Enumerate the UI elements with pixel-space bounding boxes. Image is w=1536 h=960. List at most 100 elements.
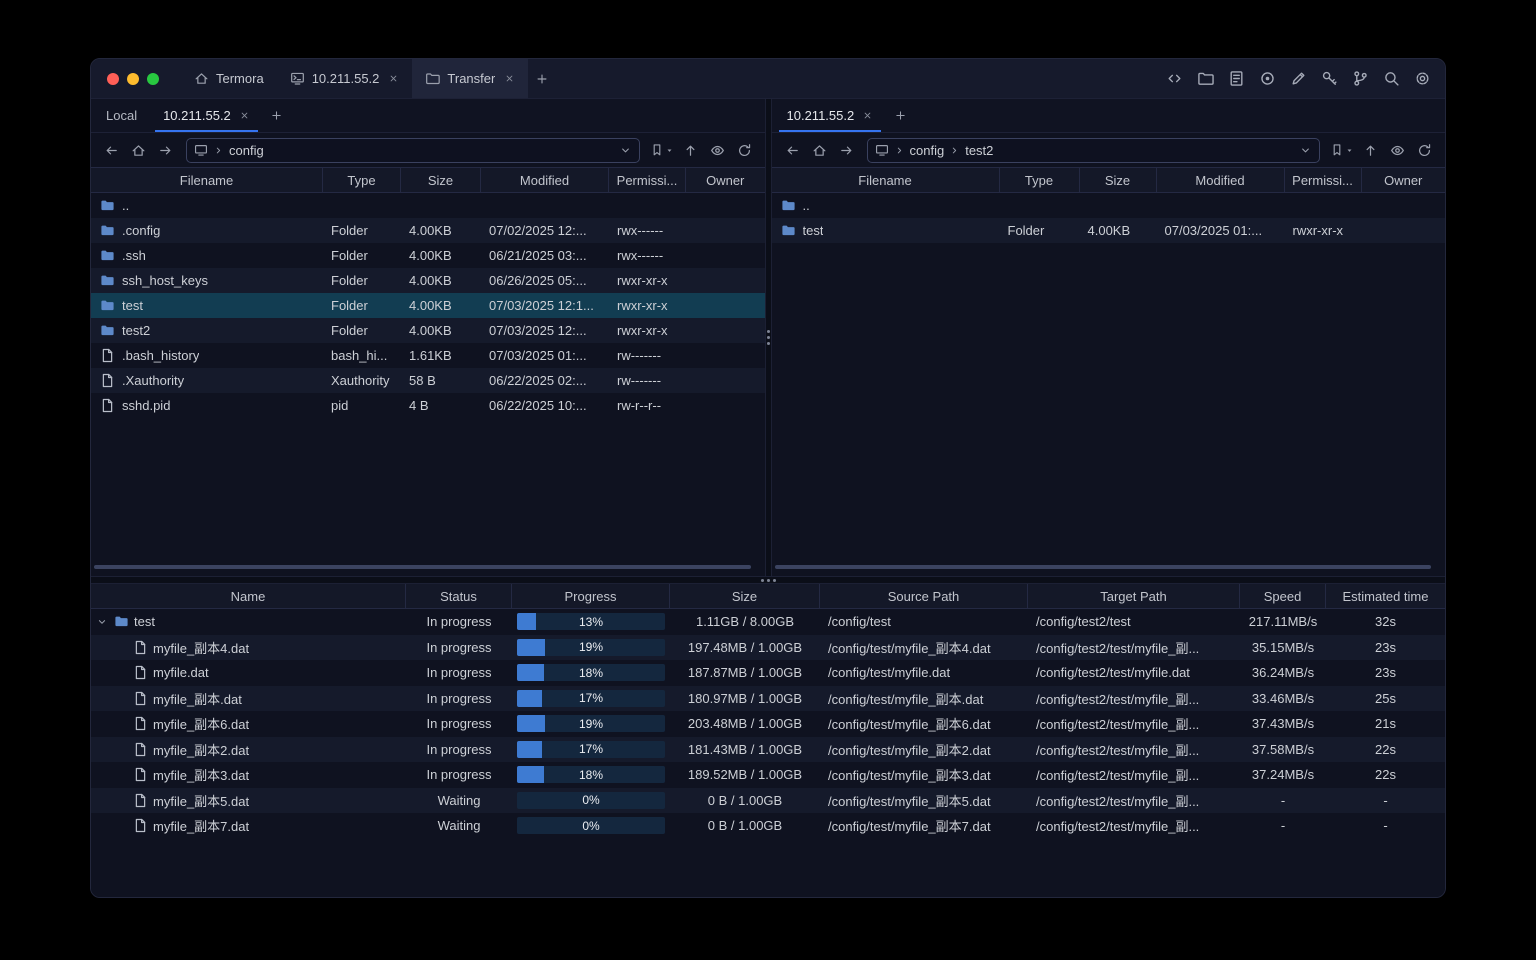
filename: .ssh <box>122 248 146 263</box>
transfer-row[interactable]: myfile_副本5.dat Waiting 0% 0 B / 1.00GB/conf… <box>91 787 1445 813</box>
horizontal-splitter[interactable] <box>91 576 1445 584</box>
transfer-row[interactable]: myfile_副本3.dat In progress 18% 189.52MB / 1… <box>91 762 1445 788</box>
search-button[interactable] <box>1378 66 1404 92</box>
new-panel-tab-button[interactable] <box>263 99 291 132</box>
transfer-row[interactable]: myfile_副本4.dat In progress 19% 197.48MB / 1… <box>91 634 1445 660</box>
transfer-row[interactable]: myfile_副本2.dat In progress 17% 181.43MB / 1… <box>91 736 1445 762</box>
column-header-permissi[interactable]: Permissi... <box>1285 168 1362 192</box>
file-row[interactable]: .. <box>91 193 765 218</box>
file-row[interactable]: .bash_history bash_hi... 1.61KB 07/03/2025 … <box>91 343 765 368</box>
panel-tab-10-211-55-2[interactable]: 10.211.55.2 <box>774 99 887 132</box>
column-header-filename[interactable]: Filename <box>91 168 323 192</box>
file-row[interactable]: test Folder 4.00KB 07/03/2025 01:... rwxr-xr… <box>771 218 1445 243</box>
vertical-splitter[interactable] <box>764 99 772 576</box>
record-button[interactable] <box>1254 66 1280 92</box>
column-header-source-path[interactable]: Source Path <box>820 584 1028 608</box>
edit-button[interactable] <box>1285 66 1311 92</box>
tab-label: Transfer <box>447 71 496 86</box>
expand-chevron-icon[interactable] <box>95 616 109 628</box>
file-row[interactable]: ssh_host_keys Folder 4.00KB 06/26/2025 05:.… <box>91 268 765 293</box>
column-header-target-path[interactable]: Target Path <box>1028 584 1240 608</box>
column-header-type[interactable]: Type <box>323 168 401 192</box>
column-header-type[interactable]: Type <box>1000 168 1080 192</box>
column-header-size[interactable]: Size <box>1080 168 1157 192</box>
panel-toolbar: config <box>91 133 765 167</box>
transfer-row[interactable]: test In progress 13% 1.11GB / 8.00GB/config… <box>91 609 1445 635</box>
chevron-down-icon[interactable] <box>619 144 632 157</box>
back-button[interactable] <box>780 138 805 163</box>
file-row[interactable]: .ssh Folder 4.00KB 06/21/2025 03:... rwx----… <box>91 243 765 268</box>
transfer-row[interactable]: myfile.dat In progress 18% 187.87MB / 1.00G… <box>91 660 1445 686</box>
refresh-button[interactable] <box>1412 138 1437 163</box>
progress-cell: 0% <box>512 791 670 809</box>
file-row[interactable]: test Folder 4.00KB 07/03/2025 12:1... rwxr-x… <box>91 293 765 318</box>
file-row[interactable]: .Xauthority Xauthority 58 B 06/22/2025 02:.… <box>91 368 765 393</box>
branch-button[interactable] <box>1347 66 1373 92</box>
new-panel-tab-button[interactable] <box>886 99 914 132</box>
transfer-row[interactable]: myfile_副本.dat In progress 17% 180.97MB / 1.… <box>91 685 1445 711</box>
home-button[interactable] <box>126 138 151 163</box>
file-row[interactable]: .. <box>772 193 1446 218</box>
panel-tab-local[interactable]: Local <box>93 99 150 132</box>
column-header-size[interactable]: Size <box>401 168 481 192</box>
folder-button[interactable] <box>1192 66 1218 92</box>
column-header-permissi[interactable]: Permissi... <box>609 168 686 192</box>
refresh-button[interactable] <box>732 138 757 163</box>
app-tab-10-211-55-2[interactable]: 10.211.55.2 <box>277 59 413 98</box>
transfer-row[interactable]: myfile_副本6.dat In progress 19% 203.48MB / 1… <box>91 711 1445 737</box>
settings-button[interactable] <box>1409 66 1435 92</box>
column-header-owner[interactable]: Owner <box>1362 168 1446 192</box>
code-button[interactable] <box>1161 66 1187 92</box>
path-breadcrumb[interactable]: config <box>186 137 640 163</box>
home-button[interactable] <box>807 138 832 163</box>
file-row[interactable]: test2 Folder 4.00KB 07/03/2025 12:... rwxr-x… <box>91 318 765 343</box>
path-segment-config[interactable]: config <box>910 143 945 158</box>
app-tab-transfer[interactable]: Transfer <box>412 59 529 98</box>
panel-tab-10-211-55-2[interactable]: 10.211.55.2 <box>150 99 263 132</box>
new-tab-button[interactable] <box>528 59 556 98</box>
bookmark-button[interactable] <box>648 138 676 163</box>
minimize-window-button[interactable] <box>127 72 139 85</box>
column-header-name[interactable]: Name <box>91 584 406 608</box>
close-tab-icon[interactable] <box>862 110 873 121</box>
column-header-estimated-time[interactable]: Estimated time <box>1326 584 1445 608</box>
fileDoc-icon <box>133 818 148 833</box>
show-hidden-files-button[interactable] <box>1385 138 1410 163</box>
app-tab-termora[interactable]: Termora <box>181 59 277 98</box>
forward-button[interactable] <box>153 138 178 163</box>
close-tab-icon[interactable] <box>239 110 250 121</box>
file-panel-left: Local 10.211.55.2 config Filename Type Size Mo… <box>91 99 765 576</box>
folderFill-icon <box>100 248 115 263</box>
column-header-owner[interactable]: Owner <box>686 168 765 192</box>
upload-button[interactable] <box>1358 138 1383 163</box>
column-header-size[interactable]: Size <box>670 584 820 608</box>
column-header-filename[interactable]: Filename <box>772 168 1000 192</box>
file-row[interactable]: .config Folder 4.00KB 07/02/2025 12:... rwx-… <box>91 218 765 243</box>
column-header-speed[interactable]: Speed <box>1240 584 1326 608</box>
file-cell: Folder <box>331 248 368 263</box>
path-segment-test2[interactable]: test2 <box>965 143 993 158</box>
close-tab-icon[interactable] <box>504 73 515 84</box>
show-hidden-files-button[interactable] <box>705 138 730 163</box>
column-header-status[interactable]: Status <box>406 584 512 608</box>
upload-button[interactable] <box>678 138 703 163</box>
column-header-modified[interactable]: Modified <box>481 168 609 192</box>
file-row[interactable]: sshd.pid pid 4 B 06/22/2025 10:... rw-r--r-- <box>91 393 765 418</box>
forward-button[interactable] <box>834 138 859 163</box>
close-window-button[interactable] <box>107 72 119 85</box>
fullscreen-window-button[interactable] <box>147 72 159 85</box>
path-segment-config[interactable]: config <box>229 143 264 158</box>
bookmark-button[interactable] <box>1328 138 1356 163</box>
close-tab-icon[interactable] <box>388 73 399 84</box>
chevron-down-icon[interactable] <box>1299 144 1312 157</box>
back-button[interactable] <box>99 138 124 163</box>
filename-cell: test <box>91 298 323 313</box>
path-breadcrumb[interactable]: config test2 <box>866 137 1320 163</box>
horizontal-scrollbar[interactable] <box>94 565 751 569</box>
transfer-row[interactable]: myfile_副本7.dat Waiting 0% 0 B / 1.00GB/conf… <box>91 813 1445 839</box>
column-header-modified[interactable]: Modified <box>1157 168 1285 192</box>
key-button[interactable] <box>1316 66 1342 92</box>
log-button[interactable] <box>1223 66 1249 92</box>
horizontal-scrollbar[interactable] <box>774 565 1431 569</box>
column-header-progress[interactable]: Progress <box>512 584 670 608</box>
